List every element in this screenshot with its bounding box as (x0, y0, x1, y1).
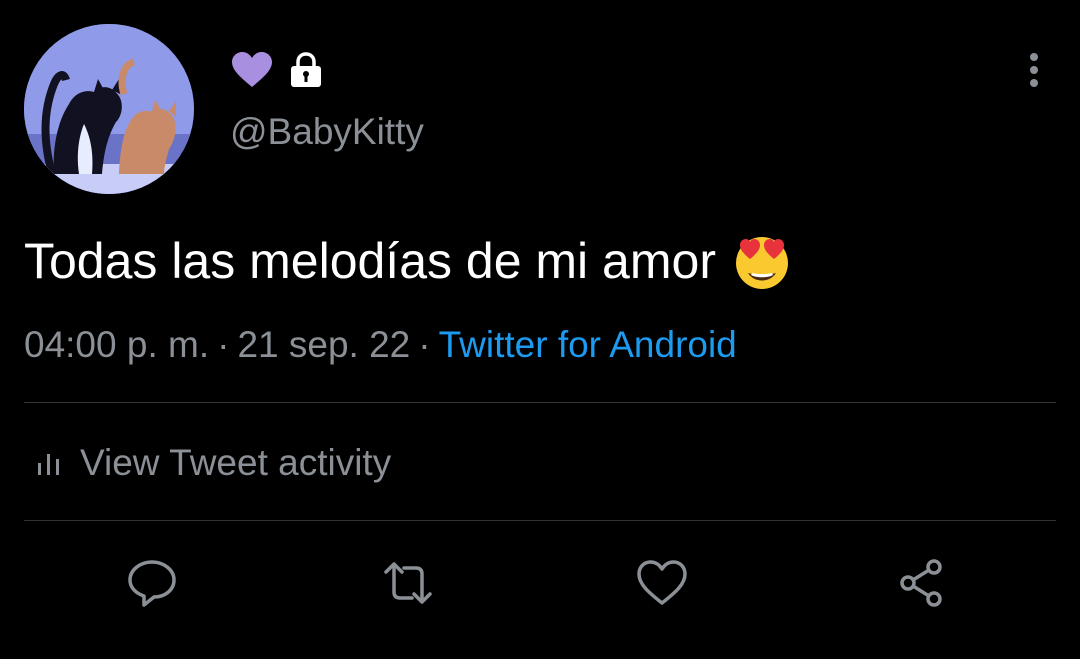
user-handle[interactable]: @BabyKitty (230, 111, 424, 153)
like-button[interactable] (634, 555, 690, 611)
more-options-button[interactable] (1014, 50, 1054, 90)
purple-heart-icon (230, 51, 274, 89)
divider (24, 402, 1056, 403)
tweet-text-content: Todas las melodías de mi amor (24, 233, 716, 289)
analytics-icon (38, 454, 59, 475)
cat-photo-image (24, 24, 194, 194)
view-tweet-activity-label: View Tweet activity (80, 442, 392, 483)
reply-icon (128, 560, 176, 607)
retweet-icon (384, 562, 432, 604)
share-icon (900, 559, 942, 607)
retweet-button[interactable] (380, 555, 436, 611)
share-button[interactable] (894, 555, 950, 611)
tweet-meta: 04:00 p. m. · 21 sep. 22 · Twitter for Andro… (24, 320, 737, 370)
tweet-action-bar (0, 555, 1080, 611)
tweet-text: Todas las melodías de mi amor (24, 226, 792, 296)
reply-button[interactable] (124, 555, 180, 611)
divider (24, 520, 1056, 521)
tweet-date: 21 sep. 22 (237, 324, 411, 365)
avatar[interactable] (24, 24, 194, 194)
tweet-source-link[interactable]: Twitter for Android (439, 324, 737, 365)
lock-icon (288, 51, 324, 89)
tweet-time: 04:00 p. m. (24, 324, 210, 365)
view-tweet-activity-button[interactable]: View Tweet activity (36, 438, 391, 488)
heart-eyes-emoji-icon (732, 231, 792, 291)
meta-separator: · (418, 324, 431, 365)
more-vertical-icon (1030, 53, 1038, 87)
meta-separator: · (217, 324, 230, 365)
like-icon (637, 560, 687, 605)
display-name-row (230, 50, 324, 90)
